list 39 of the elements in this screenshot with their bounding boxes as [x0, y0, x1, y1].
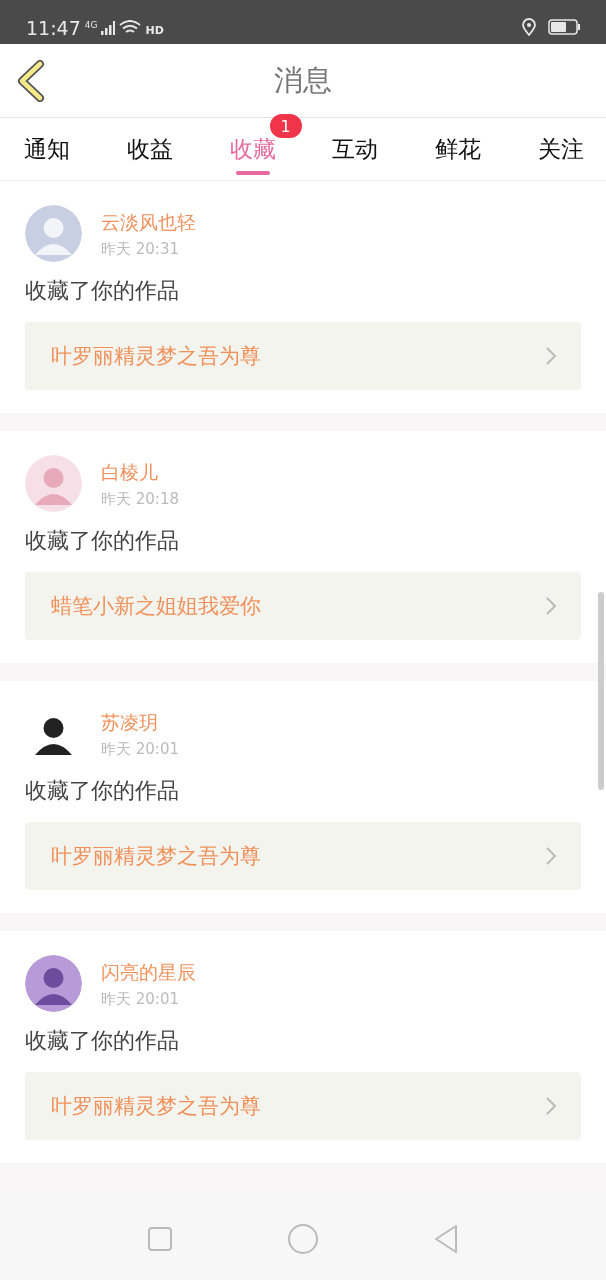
message-text: 收藏了你的作品	[25, 277, 180, 305]
message-time: 昨天 20:31	[101, 240, 180, 259]
count-badge: 1	[269, 114, 302, 138]
chevron-right-icon	[545, 1096, 557, 1116]
message-time: 昨天 20:01	[101, 990, 180, 1009]
work-title: 叶罗丽精灵梦之吾为尊	[51, 843, 261, 870]
user-name: 闪亮的星辰	[101, 960, 196, 985]
back-nav-icon[interactable]	[433, 1224, 459, 1254]
hd-indicator: HD	[145, 24, 164, 38]
work-title: 蜡笔小新之姐姐我爱你	[51, 593, 261, 620]
tab[interactable]: 鲜花	[435, 118, 482, 180]
user-name: 白棱儿	[101, 460, 159, 485]
wifi-icon	[119, 20, 142, 36]
work-title: 叶罗丽精灵梦之吾为尊	[51, 1093, 261, 1120]
message-text: 收藏了你的作品	[25, 1027, 180, 1055]
home-icon[interactable]	[287, 1223, 319, 1255]
clock-time: 11:47	[26, 16, 81, 40]
tab[interactable]: 互动	[332, 118, 379, 180]
location-icon	[522, 18, 536, 36]
user-name: 云淡风也轻	[101, 210, 196, 235]
tab[interactable]: 收益	[126, 118, 173, 180]
message-time: 昨天 20:18	[101, 490, 179, 509]
work-title: 叶罗丽精灵梦之吾为尊	[51, 343, 261, 370]
chevron-right-icon	[545, 346, 557, 366]
message-text: 收藏了你的作品	[25, 777, 180, 805]
chevron-right-icon	[545, 596, 557, 616]
active-tab-indicator	[235, 170, 270, 175]
user-name: 苏凌玥	[101, 710, 159, 735]
page-title: 消息	[274, 61, 332, 99]
message-text: 收藏了你的作品	[25, 527, 180, 555]
back-icon[interactable]	[16, 60, 46, 102]
network-type: 4G	[84, 20, 98, 30]
tab[interactable]: 关注	[538, 118, 584, 180]
tab[interactable]: 通知	[24, 118, 70, 180]
signal-icon	[101, 21, 116, 35]
message-time: 昨天 20:01	[101, 740, 179, 759]
recent-apps-icon[interactable]	[147, 1226, 173, 1252]
chevron-right-icon	[545, 846, 557, 866]
battery-icon	[548, 19, 580, 35]
